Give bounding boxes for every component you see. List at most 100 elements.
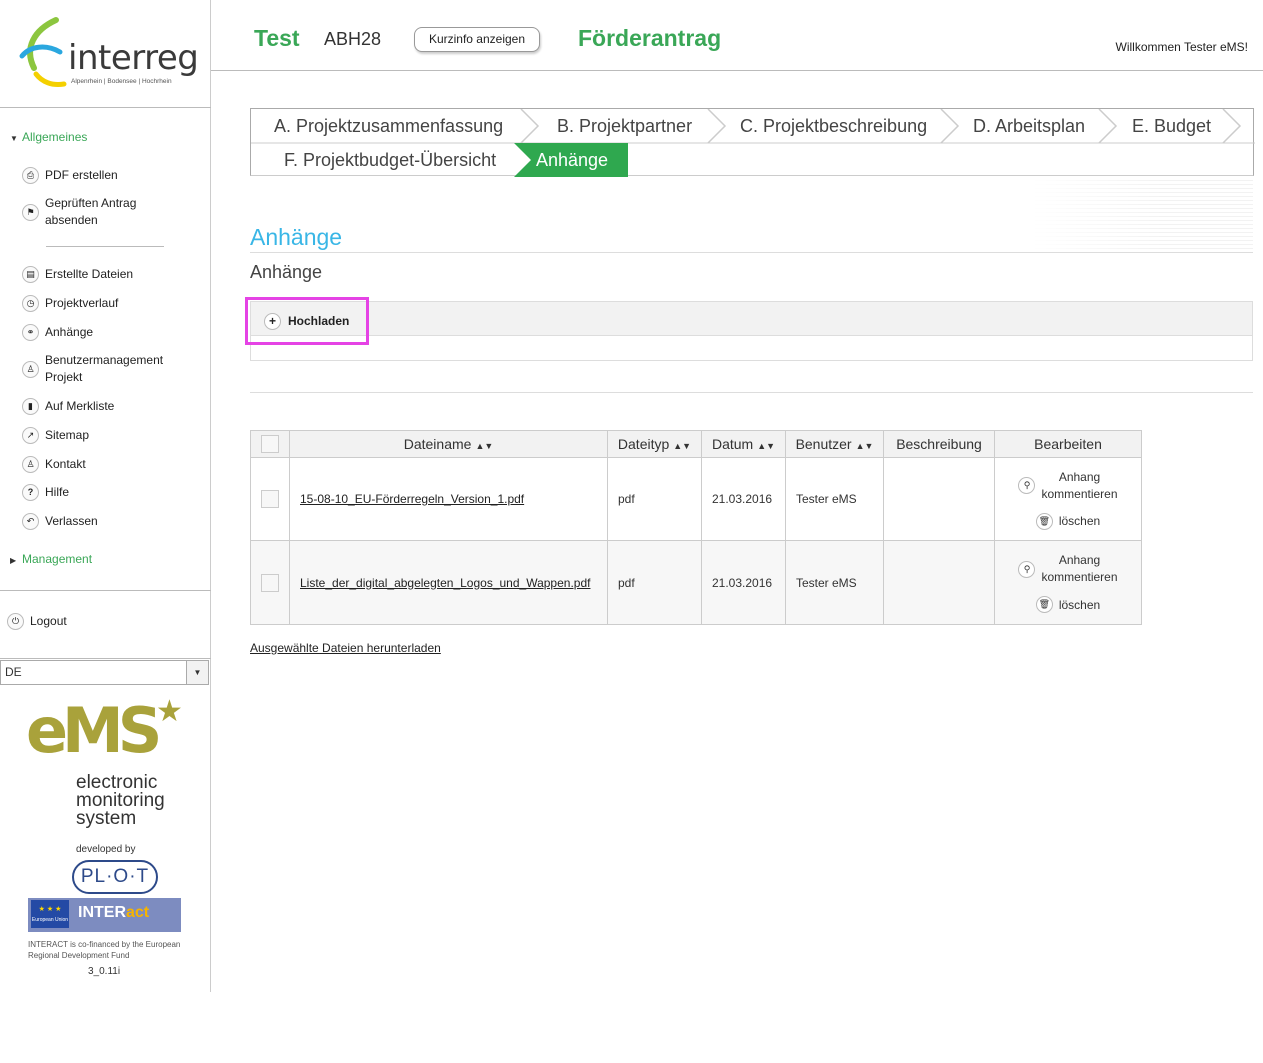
interact-word-b: act	[126, 904, 150, 921]
sidebar-item-sitemap[interactable]: ↗ Sitemap	[22, 427, 207, 444]
select-all-checkbox[interactable]	[261, 435, 279, 453]
interreg-logo-subtitle: Alpenrhein | Bodensee | Hochrhein	[71, 78, 172, 85]
sidebar-divider	[0, 107, 211, 108]
tab-projektbudget-uebersicht[interactable]: F. Projektbudget-Übersicht	[261, 143, 496, 177]
download-selected-link[interactable]: Ausgewählte Dateien herunterladen	[250, 641, 441, 655]
caret-down-icon: ▼	[10, 134, 18, 143]
tab-projektpartner[interactable]: B. Projektpartner	[534, 109, 692, 143]
user-icon: ♙	[22, 360, 39, 378]
tab-budget[interactable]: E. Budget	[1109, 109, 1211, 143]
sidebar-item-projektverlauf[interactable]: ◷ Projektverlauf	[22, 295, 207, 312]
interreg-logo[interactable]: interreg Alpenrhein | Bodensee | Hochrhe…	[16, 16, 199, 94]
column-header-benutzer[interactable]: Benutzer ▲▼	[785, 430, 884, 458]
upload-panel	[250, 301, 1253, 361]
upload-toolbar	[251, 302, 1252, 336]
comment-attachment-button[interactable]: ⚲ Anhang kommentieren	[1005, 552, 1131, 586]
logout-button[interactable]: ⏻ Logout	[7, 613, 192, 630]
sidebar-item-label: PDF erstellen	[45, 168, 118, 182]
interreg-logo-word: interreg	[68, 38, 199, 78]
magnifier-icon: ⚲	[1018, 477, 1036, 494]
sidebar-item-label: Erstellte Dateien	[45, 267, 134, 281]
cell-date: 21.03.2016	[701, 540, 786, 625]
row-checkbox[interactable]	[261, 490, 279, 508]
sort-icon: ▲▼	[673, 441, 692, 451]
sidebar-separator	[46, 246, 164, 247]
cell-date: 21.03.2016	[701, 457, 786, 541]
sidebar-item-label: Geprüften Antrag absenden	[45, 196, 137, 227]
interact-logo: ★ ★ ★ European Union INTERact	[28, 898, 181, 932]
sidebar-item-erstellte-dateien[interactable]: ▤ Erstellte Dateien	[22, 266, 207, 283]
interact-word-a: INTER	[78, 904, 126, 921]
section-tabs: A. Projektzusammenfassung B. Projektpart…	[250, 108, 1255, 177]
file-link[interactable]: Liste_der_digital_abgelegten_Logos_und_W…	[300, 576, 590, 590]
sidebar-item-label: Sitemap	[45, 428, 90, 442]
delete-attachment-button[interactable]: 🗑 löschen	[1005, 596, 1131, 613]
delete-attachment-button[interactable]: 🗑 löschen	[1005, 512, 1131, 530]
tab-anhaenge[interactable]: Anhänge	[513, 143, 608, 177]
column-header-dateityp[interactable]: Dateityp ▲▼	[607, 430, 702, 458]
help-icon: ?	[22, 484, 39, 501]
eu-flag-icon: ★ ★ ★ European Union	[31, 900, 69, 928]
sort-icon: ▲▼	[855, 441, 874, 451]
upload-label: Hochladen	[288, 314, 350, 328]
developed-by-label: developed by	[76, 844, 136, 855]
sidebar-item-label: Verlassen	[45, 514, 98, 528]
sidebar-item-label: Anhänge	[45, 325, 94, 339]
tab-projektbeschreibung[interactable]: C. Projektbeschreibung	[717, 109, 927, 143]
sidebar-item-verlassen[interactable]: ↶ Verlassen	[22, 513, 207, 530]
logout-label: Logout	[30, 614, 67, 628]
cell-filetype: pdf	[607, 540, 702, 625]
section-title: Anhänge	[250, 224, 343, 250]
power-icon: ⏻	[7, 613, 24, 630]
person-icon: ♙	[22, 456, 39, 473]
column-header-datum[interactable]: Datum ▲▼	[701, 430, 786, 458]
star-icon: ★	[156, 695, 183, 728]
upload-button[interactable]: + Hochladen	[245, 297, 369, 345]
sidebar-item-antrag-absenden[interactable]: ⚑ Geprüften Antrag absenden	[22, 195, 207, 229]
sidebar-item-merkliste[interactable]: ▮ Auf Merkliste	[22, 398, 207, 415]
sidebar-item-benutzermanagement[interactable]: ♙ Benutzermanagement Projekt	[22, 352, 207, 386]
link-icon: ⚭	[22, 324, 39, 341]
sidebar-item-pdf-erstellen[interactable]: ⎙ PDF erstellen	[22, 167, 207, 184]
content-divider	[250, 392, 1253, 393]
cell-filetype: pdf	[607, 457, 702, 541]
chevron-down-icon: ▼	[186, 661, 208, 684]
header-divider	[211, 70, 1263, 71]
sidebar-section-allgemeines[interactable]: ▼ Allgemeines	[10, 130, 87, 144]
printer-icon: ⎙	[22, 167, 39, 184]
tab-arbeitsplan[interactable]: D. Arbeitsplan	[950, 109, 1085, 143]
section-subtitle: Anhänge	[250, 262, 323, 282]
ems-tagline-3: system	[76, 808, 137, 829]
attachments-table: Dateiname ▲▼ Dateityp ▲▼ Datum ▲▼ Benutzer ▲…	[250, 430, 1142, 625]
column-header-beschreibung: Beschreibung	[883, 430, 995, 458]
sidebar-item-kontakt[interactable]: ♙ Kontakt	[22, 456, 207, 473]
plot-logo: PL·O·T	[72, 860, 158, 894]
interreg-logo-mark	[19, 17, 67, 87]
page-title: Förderantrag	[578, 25, 722, 51]
row-checkbox[interactable]	[261, 573, 279, 592]
welcome-text: Willkommen Tester eMS!	[1115, 40, 1248, 54]
language-select[interactable]: DE ▼	[0, 660, 209, 685]
sidebar-item-hilfe[interactable]: ? Hilfe	[22, 484, 207, 501]
comment-attachment-button[interactable]: ⚲ Anhang kommentieren	[1005, 469, 1131, 503]
file-link[interactable]: 15-08-10_EU-Förderregeln_Version_1.pdf	[300, 492, 524, 506]
ems-logo-block: eMS ★ electronic monitoring system devel…	[26, 694, 196, 988]
back-icon: ↶	[22, 513, 39, 530]
kurzinfo-button[interactable]: Kurzinfo anzeigen	[414, 27, 540, 52]
table-row: 15-08-10_EU-Förderregeln_Version_1.pdf p…	[250, 457, 1142, 541]
tab-projektzusammenfassung[interactable]: A. Projektzusammenfassung	[251, 109, 503, 143]
decorative-stripes	[1030, 180, 1253, 252]
sidebar-item-label: Hilfe	[45, 485, 70, 499]
sidebar: interreg Alpenrhein | Bodensee | Hochrhe…	[0, 0, 211, 992]
sidebar-section-management[interactable]: ▶ Management	[10, 552, 92, 566]
ems-logo: eMS	[26, 694, 162, 767]
cell-user: Tester eMS	[785, 540, 884, 625]
magnifier-icon: ⚲	[1018, 560, 1036, 578]
select-all-header[interactable]	[250, 430, 290, 458]
sidebar-item-anhaenge[interactable]: ⚭ Anhänge	[22, 324, 207, 341]
cell-description	[883, 540, 995, 625]
table-row: Liste_der_digital_abgelegten_Logos_und_W…	[250, 540, 1142, 625]
project-code: ABH28	[324, 29, 382, 49]
plus-icon: +	[264, 312, 281, 330]
column-header-dateiname[interactable]: Dateiname ▲▼	[289, 430, 608, 458]
